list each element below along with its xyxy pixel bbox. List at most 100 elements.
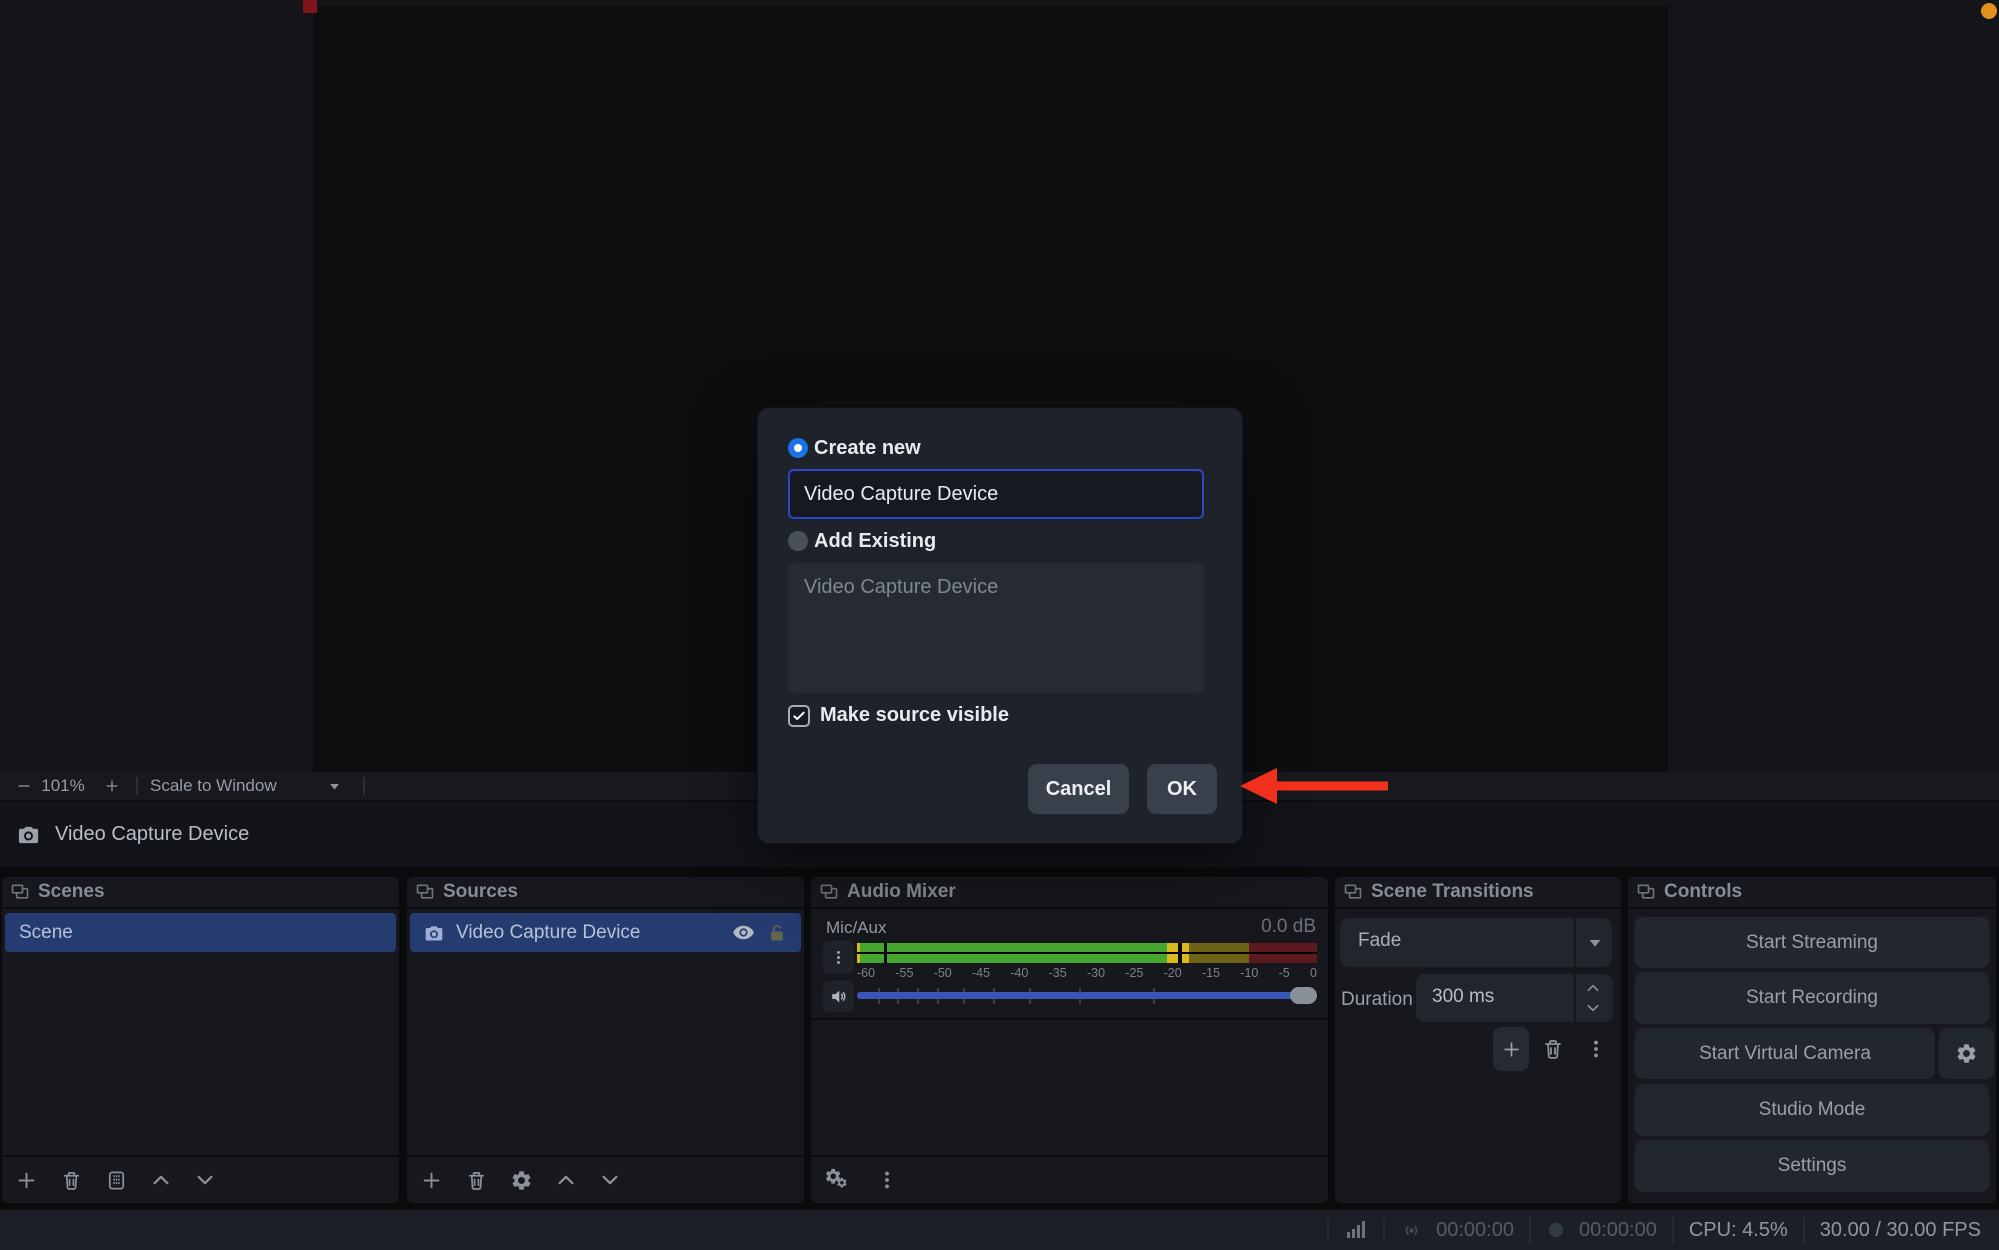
add-source-button[interactable] [420,1169,443,1192]
camera-icon [17,823,40,846]
divider [1327,1217,1329,1243]
volume-meter [857,943,1317,963]
volume-slider[interactable] [857,980,1317,1011]
make-source-visible-label: Make source visible [820,704,1009,727]
virtual-camera-settings-button[interactable] [1939,1028,1994,1079]
divider [1672,1217,1674,1243]
divider [1803,1217,1805,1243]
mixer-volume-db: 0.0 dB [1261,916,1316,938]
add-scene-button[interactable] [15,1169,38,1192]
ok-button[interactable]: OK [1147,764,1217,814]
start-recording-button[interactable]: Start Recording [1635,972,1989,1024]
studio-mode-button[interactable]: Studio Mode [1635,1084,1989,1136]
duration-label: Duration [1341,989,1413,1011]
mixer-channel-menu-button[interactable] [823,941,854,974]
existing-source-item[interactable]: Video Capture Device [788,563,1204,612]
zoom-out-button[interactable] [12,774,36,798]
sources-header[interactable]: Sources [407,877,804,909]
selected-source-name: Video Capture Device [55,823,249,846]
mute-button[interactable] [823,981,854,1012]
source-list-item[interactable]: Video Capture Device [410,913,801,952]
create-new-radio[interactable] [788,438,808,458]
scene-transitions-header[interactable]: Scene Transitions [1335,877,1621,909]
divider [811,1018,1328,1020]
dock-icon [10,882,30,902]
create-new-label: Create new [814,437,921,460]
recording-indicator-dot [1981,3,1997,19]
obs-window: 101% Scale to Window Video Capture Devic… [0,0,1999,1250]
remove-scene-button[interactable] [60,1169,83,1192]
dock-icon [1636,882,1656,902]
source-name-input[interactable]: Video Capture Device [788,469,1204,519]
controls-header[interactable]: Controls [1628,877,1996,909]
sources-toolbar [407,1155,804,1203]
fps-indicator: 30.00 / 30.00 FPS [1820,1219,1981,1242]
divider [1529,1217,1531,1243]
transition-select[interactable]: Fade [1340,918,1612,967]
add-existing-radio[interactable] [788,531,808,551]
zoom-in-button[interactable] [100,774,124,798]
selection-handle[interactable] [303,0,317,13]
audio-mixer-header[interactable]: Audio Mixer [811,877,1328,909]
dock-icon [819,882,839,902]
divider [1574,918,1576,967]
scale-mode-caret[interactable] [323,774,347,798]
annotation-arrow [1235,765,1395,807]
spin-up-icon[interactable] [1583,980,1603,996]
transition-menu-kebab-icon[interactable] [1585,1038,1607,1060]
scale-mode-label[interactable]: Scale to Window [150,776,277,796]
scene-filters-button[interactable] [105,1169,128,1192]
source-properties-button[interactable] [510,1169,533,1192]
remove-transition-button[interactable] [1541,1037,1565,1061]
record-status-icon [1546,1220,1566,1240]
move-source-down-button[interactable] [599,1169,621,1191]
check-icon [791,708,807,724]
controls-panel: Controls Start Streaming Start Recording… [1628,877,1996,1203]
plus-icon [1501,1039,1522,1060]
move-scene-up-button[interactable] [150,1169,172,1191]
sources-panel: Sources Video Capture Device [407,877,804,1203]
unlock-icon[interactable] [767,923,787,943]
signal-bars-icon [1344,1218,1368,1242]
mixer-menu-kebab-icon[interactable] [876,1169,898,1191]
dock-icon [1343,882,1363,902]
volume-slider-track[interactable] [857,992,1317,999]
spin-down-icon[interactable] [1583,1000,1603,1016]
scenes-toolbar [2,1155,399,1203]
remove-source-button[interactable] [465,1169,488,1192]
add-transition-button[interactable] [1493,1027,1529,1071]
gear-icon [1955,1042,1978,1065]
status-bar: 00:00:00 00:00:00 CPU: 4.5% 30.00 / 30.0… [0,1208,1999,1250]
selected-source-indicator: Video Capture Device [17,802,249,867]
add-existing-label: Add Existing [814,530,936,553]
create-source-dialog: Create new Video Capture Device Add Exis… [757,407,1243,844]
zoom-level: 101% [36,776,90,796]
divider [1383,1217,1385,1243]
visibility-eye-icon[interactable] [732,921,755,944]
move-scene-down-button[interactable] [194,1169,216,1191]
divider [363,777,365,795]
stream-timecode: 00:00:00 [1436,1219,1514,1242]
existing-sources-list[interactable]: Video Capture Device [788,563,1204,693]
dock-icon [415,882,435,902]
scene-list-item[interactable]: Scene [5,913,396,952]
meter-scale: -60-55-50-45-40-35-30-25-20-15-10-50 [857,966,1317,980]
make-source-visible-checkbox[interactable] [788,705,810,727]
caret-down-icon [1586,934,1604,952]
volume-slider-handle[interactable] [1290,987,1317,1004]
cancel-button[interactable]: Cancel [1028,764,1129,814]
scenes-panel: Scenes Scene [2,877,399,1203]
start-streaming-button[interactable]: Start Streaming [1635,917,1989,968]
cpu-usage: CPU: 4.5% [1689,1219,1788,1242]
settings-button[interactable]: Settings [1635,1140,1989,1192]
move-source-up-button[interactable] [555,1169,577,1191]
stream-status-icon [1400,1219,1423,1242]
advanced-audio-gears-icon[interactable] [824,1167,850,1193]
duration-spinbox[interactable]: 300 ms [1416,974,1613,1022]
speaker-icon [829,987,848,1006]
scenes-header[interactable]: Scenes [2,877,399,909]
start-virtual-camera-button[interactable]: Start Virtual Camera [1635,1028,1935,1079]
scene-transitions-panel: Scene Transitions Fade Duration 300 ms [1335,877,1621,1203]
divider [1574,974,1576,1022]
record-timecode: 00:00:00 [1579,1219,1657,1242]
